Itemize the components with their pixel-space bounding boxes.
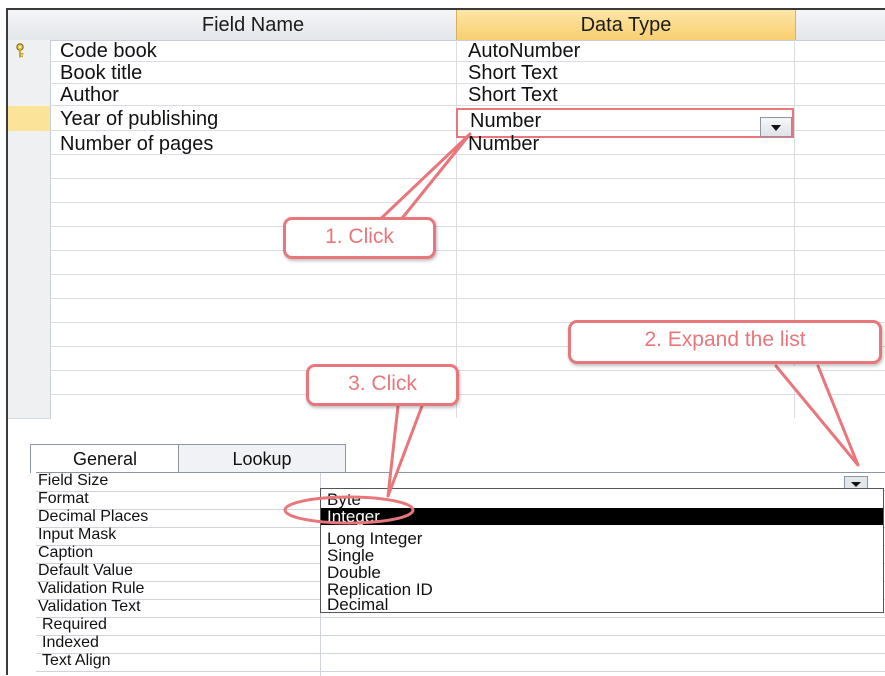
integer-ellipse [283,495,415,525]
callout-step1: 1. Click [283,217,436,259]
arrow-step1 [370,132,472,229]
callout-step2: 2. Expand the list [568,320,882,364]
callout-step3: 3. Click [306,364,459,406]
arrow-step2 [774,364,860,467]
arrow-step3 [386,404,424,498]
